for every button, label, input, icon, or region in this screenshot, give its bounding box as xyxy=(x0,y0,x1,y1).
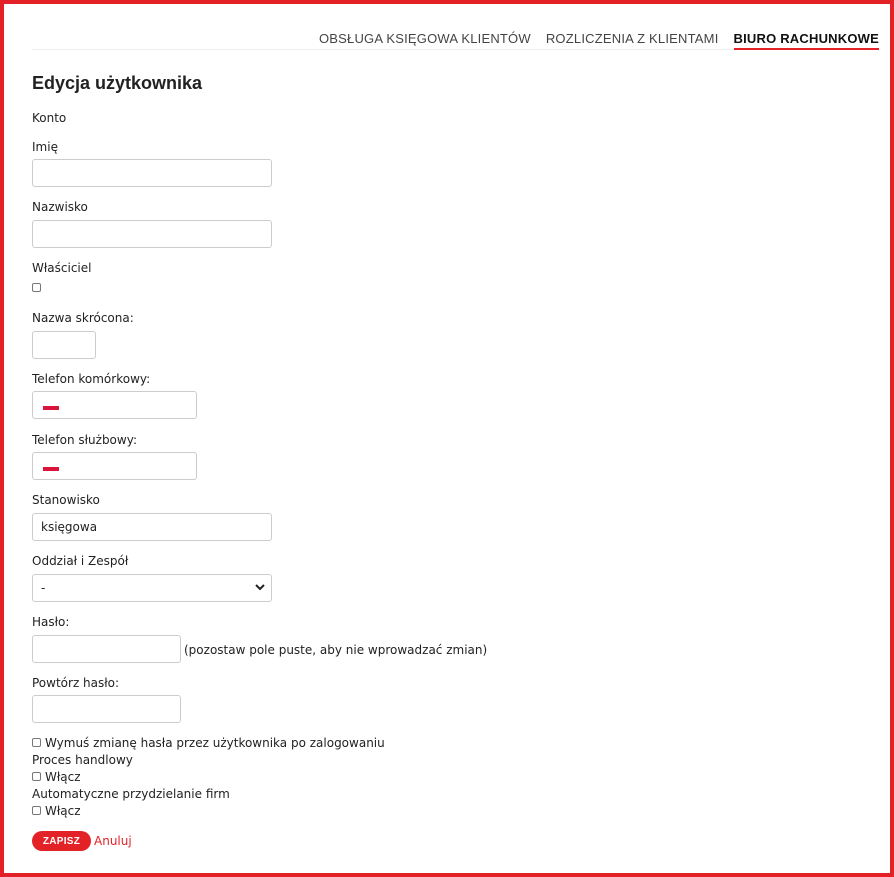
mobile-phone-label: Telefon komórkowy: xyxy=(32,372,151,386)
tab-client-settlements[interactable]: ROZLICZENIA Z KLIENTAMI xyxy=(546,31,719,46)
department-label: Oddział i Zespół xyxy=(32,554,129,568)
position-input[interactable] xyxy=(32,513,272,541)
section-label-account: Konto xyxy=(32,111,67,125)
short-name-label: Nazwa skrócona: xyxy=(32,311,134,325)
nav-tabs: OBSŁUGA KSIĘGOWA KLIENTÓW ROZLICZENIA Z … xyxy=(319,31,879,50)
chevron-down-icon xyxy=(255,582,265,592)
auto-assign-label: Automatyczne przydzielanie firm xyxy=(32,787,230,801)
department-select[interactable]: - xyxy=(32,574,272,602)
department-selected-value: - xyxy=(41,581,46,595)
poland-flag-icon[interactable] xyxy=(43,402,59,410)
password-hint: (pozostaw pole puste, aby nie wprowadzać… xyxy=(184,643,488,657)
work-phone-input[interactable] xyxy=(32,452,197,480)
owner-label: Właściciel xyxy=(32,261,92,275)
work-phone-label: Telefon służbowy: xyxy=(32,433,137,447)
last-name-label: Nazwisko xyxy=(32,200,88,214)
tab-client-accounting[interactable]: OBSŁUGA KSIĘGOWA KLIENTÓW xyxy=(319,31,531,46)
short-name-input[interactable] xyxy=(32,331,96,359)
repeat-password-label: Powtórz hasło: xyxy=(32,676,120,690)
first-name-label: Imię xyxy=(32,140,58,154)
last-name-input[interactable] xyxy=(32,220,272,248)
force-password-change-label: Wymuś zmianę hasła przez użytkownika po … xyxy=(45,736,385,750)
sales-process-label: Proces handlowy xyxy=(32,753,133,767)
save-button[interactable]: ZAPISZ xyxy=(32,831,91,851)
sales-process-checkbox[interactable] xyxy=(32,772,41,781)
tab-accounting-office[interactable]: BIURO RACHUNKOWE xyxy=(733,31,879,50)
top-navigation: OBSŁUGA KSIĘGOWA KLIENTÓW ROZLICZENIA Z … xyxy=(32,18,879,50)
app-frame: OBSŁUGA KSIĘGOWA KLIENTÓW ROZLICZENIA Z … xyxy=(0,0,894,877)
first-name-input[interactable] xyxy=(32,159,272,187)
force-password-change-checkbox[interactable] xyxy=(32,738,41,747)
position-label: Stanowisko xyxy=(32,493,100,507)
password-input[interactable] xyxy=(32,635,181,663)
owner-checkbox[interactable] xyxy=(32,283,41,292)
sales-process-enable-label: Włącz xyxy=(45,770,81,784)
page-title: Edycja użytkownika xyxy=(32,73,203,93)
auto-assign-enable-label: Włącz xyxy=(45,804,81,818)
mobile-phone-input[interactable] xyxy=(32,391,197,419)
poland-flag-icon[interactable] xyxy=(43,463,59,471)
cancel-link[interactable]: Anuluj xyxy=(94,834,132,848)
repeat-password-input[interactable] xyxy=(32,695,181,723)
password-label: Hasło: xyxy=(32,615,70,629)
auto-assign-checkbox[interactable] xyxy=(32,806,41,815)
